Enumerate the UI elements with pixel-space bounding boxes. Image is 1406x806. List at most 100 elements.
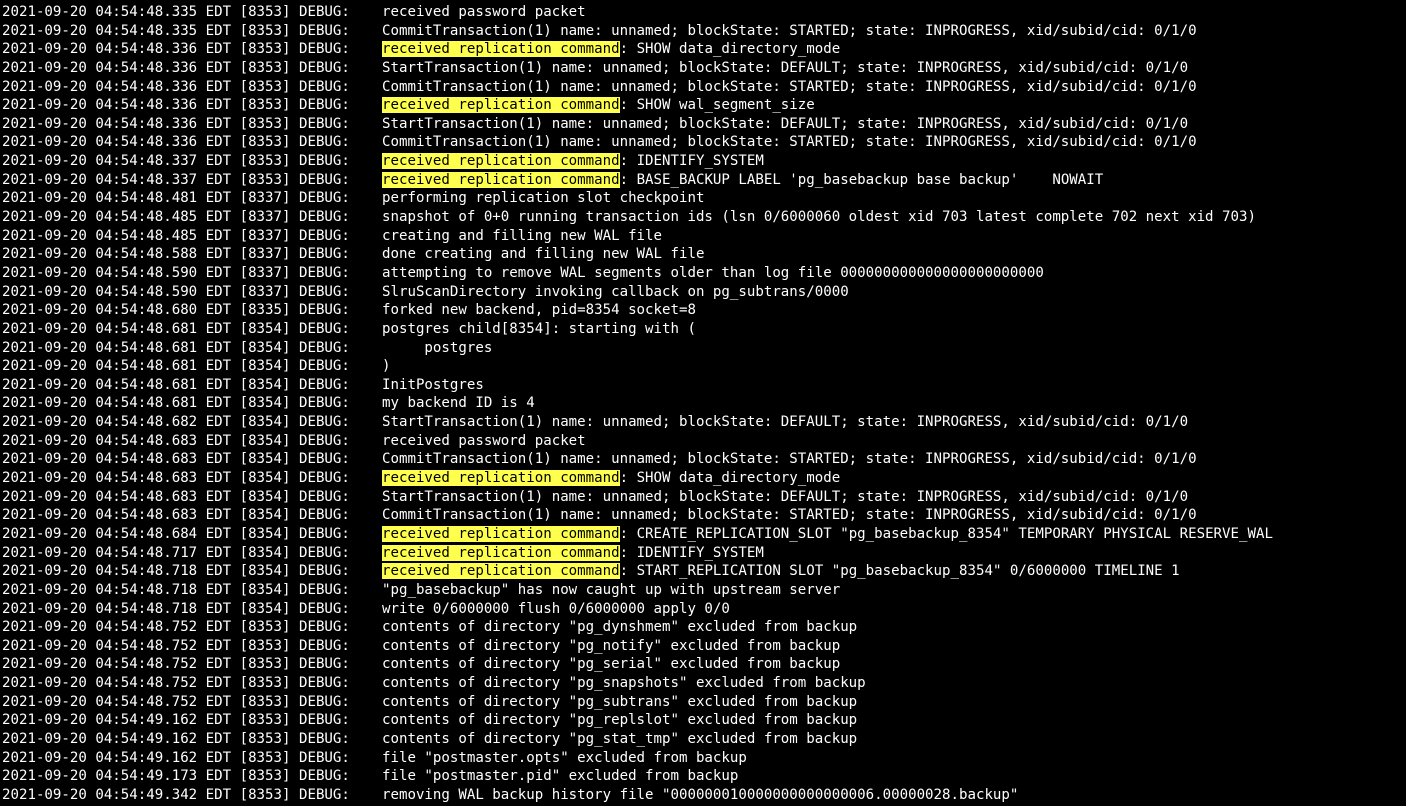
log-message-text: done creating and filling new WAL file: [382, 246, 705, 263]
log-message-text: contents of directory "pg_notify" exclud…: [382, 637, 841, 654]
log-message: received replication command: CREATE_REP…: [382, 525, 1273, 544]
log-line: 2021-09-20 04:54:48.680 EDT [8335] DEBUG…: [2, 301, 1404, 320]
highlighted-search-match: received replication command: [382, 153, 620, 170]
log-line: 2021-09-20 04:54:48.681 EDT [8354] DEBUG…: [2, 394, 1404, 413]
log-message-text: file "postmaster.opts" excluded from bac…: [382, 749, 747, 766]
log-message: "pg_basebackup" has now caught up with u…: [382, 581, 840, 600]
log-prefix: 2021-09-20 04:54:48.337 EDT [8353] DEBUG…: [2, 153, 350, 170]
log-message-text: : SHOW data_directory_mode: [619, 470, 841, 487]
log-message: performing replication slot checkpoint: [382, 189, 704, 208]
log-line: 2021-09-20 04:54:48.684 EDT [8354] DEBUG…: [2, 525, 1404, 544]
log-line: 2021-09-20 04:54:48.683 EDT [8354] DEBUG…: [2, 488, 1404, 507]
log-message: SlruScanDirectory invoking callback on p…: [382, 283, 849, 302]
log-line: 2021-09-20 04:54:48.752 EDT [8353] DEBUG…: [2, 674, 1404, 693]
log-message-text: StartTransaction(1) name: unnamed; block…: [382, 59, 1189, 76]
log-message-text: contents of directory "pg_stat_tmp" excl…: [382, 730, 858, 747]
log-line: 2021-09-20 04:54:48.752 EDT [8353] DEBUG…: [2, 618, 1404, 637]
log-line: 2021-09-20 04:54:48.337 EDT [8353] DEBUG…: [2, 152, 1404, 171]
log-prefix: 2021-09-20 04:54:48.752 EDT [8353] DEBUG…: [2, 693, 350, 710]
log-line: 2021-09-20 04:54:48.752 EDT [8353] DEBUG…: [2, 693, 1404, 712]
log-prefix: 2021-09-20 04:54:48.590 EDT [8337] DEBUG…: [2, 264, 350, 281]
log-message-text: contents of directory "pg_serial" exclud…: [382, 656, 841, 673]
log-message: contents of directory "pg_replslot" excl…: [382, 711, 857, 730]
log-prefix: 2021-09-20 04:54:48.683 EDT [8354] DEBUG…: [2, 451, 350, 468]
log-message: StartTransaction(1) name: unnamed; block…: [382, 413, 1188, 432]
log-message: InitPostgres: [382, 376, 484, 395]
log-prefix: 2021-09-20 04:54:49.342 EDT [8353] DEBUG…: [2, 786, 350, 803]
highlighted-search-match: received replication command: [382, 470, 620, 487]
log-line: 2021-09-20 04:54:48.683 EDT [8354] DEBUG…: [2, 506, 1404, 525]
log-message: contents of directory "pg_stat_tmp" excl…: [382, 730, 857, 749]
log-message-text: removing WAL backup history file "000000…: [382, 786, 1019, 803]
log-message-text: creating and filling new WAL file: [382, 227, 663, 244]
log-message: snapshot of 0+0 running transaction ids …: [382, 208, 1256, 227]
log-message: postgres child[8354]: starting with (: [382, 320, 696, 339]
log-line: 2021-09-20 04:54:49.162 EDT [8353] DEBUG…: [2, 730, 1404, 749]
log-line: 2021-09-20 04:54:48.590 EDT [8337] DEBUG…: [2, 283, 1404, 302]
log-message: done creating and filling new WAL file: [382, 245, 704, 264]
log-prefix: 2021-09-20 04:54:48.718 EDT [8354] DEBUG…: [2, 600, 350, 617]
log-message: received replication command: IDENTIFY_S…: [382, 152, 764, 171]
log-prefix: 2021-09-20 04:54:48.681 EDT [8354] DEBUG…: [2, 376, 350, 393]
log-message: StartTransaction(1) name: unnamed; block…: [382, 488, 1188, 507]
log-prefix: 2021-09-20 04:54:48.681 EDT [8354] DEBUG…: [2, 339, 350, 356]
log-prefix: 2021-09-20 04:54:48.683 EDT [8354] DEBUG…: [2, 507, 350, 524]
log-message-text: received password packet: [382, 4, 586, 20]
log-message: CommitTransaction(1) name: unnamed; bloc…: [382, 22, 1197, 41]
log-prefix: 2021-09-20 04:54:48.684 EDT [8354] DEBUG…: [2, 525, 350, 542]
log-prefix: 2021-09-20 04:54:48.718 EDT [8354] DEBUG…: [2, 563, 350, 580]
log-message: received replication command: BASE_BACKU…: [382, 171, 1103, 190]
log-line: 2021-09-20 04:54:48.336 EDT [8353] DEBUG…: [2, 115, 1404, 134]
log-prefix: 2021-09-20 04:54:48.752 EDT [8353] DEBUG…: [2, 675, 350, 692]
highlighted-search-match: received replication command: [382, 544, 620, 561]
log-line: 2021-09-20 04:54:49.342 EDT [8353] DEBUG…: [2, 786, 1404, 803]
log-message: CommitTransaction(1) name: unnamed; bloc…: [382, 133, 1197, 152]
log-message-text: StartTransaction(1) name: unnamed; block…: [382, 488, 1189, 505]
log-message: contents of directory "pg_notify" exclud…: [382, 637, 840, 656]
log-line: 2021-09-20 04:54:48.718 EDT [8354] DEBUG…: [2, 600, 1404, 619]
log-prefix: 2021-09-20 04:54:48.485 EDT [8337] DEBUG…: [2, 209, 350, 226]
log-line: 2021-09-20 04:54:48.718 EDT [8354] DEBUG…: [2, 581, 1404, 600]
log-line: 2021-09-20 04:54:48.336 EDT [8353] DEBUG…: [2, 59, 1404, 78]
log-prefix: 2021-09-20 04:54:48.683 EDT [8354] DEBUG…: [2, 488, 350, 505]
log-message-text: "pg_basebackup" has now caught up with u…: [382, 581, 841, 598]
log-line: 2021-09-20 04:54:48.336 EDT [8353] DEBUG…: [2, 133, 1404, 152]
log-message-text: CommitTransaction(1) name: unnamed; bloc…: [382, 507, 1197, 524]
log-line: 2021-09-20 04:54:48.485 EDT [8337] DEBUG…: [2, 227, 1404, 246]
log-line: 2021-09-20 04:54:48.681 EDT [8354] DEBUG…: [2, 376, 1404, 395]
log-message: received password packet: [382, 3, 586, 22]
log-message-text: CommitTransaction(1) name: unnamed; bloc…: [382, 78, 1197, 95]
log-message-text: contents of directory "pg_subtrans" excl…: [382, 693, 858, 710]
log-message-text: write 0/6000000 flush 0/6000000 apply 0/…: [382, 600, 730, 617]
log-prefix: 2021-09-20 04:54:48.682 EDT [8354] DEBUG…: [2, 414, 350, 431]
terminal-output[interactable]: 2021-09-20 04:54:48.335 EDT [8353] DEBUG…: [2, 3, 1404, 803]
log-message: received replication command: SHOW wal_s…: [382, 96, 815, 115]
log-message: write 0/6000000 flush 0/6000000 apply 0/…: [382, 600, 730, 619]
log-prefix: 2021-09-20 04:54:48.485 EDT [8337] DEBUG…: [2, 227, 350, 244]
log-line: 2021-09-20 04:54:48.717 EDT [8354] DEBUG…: [2, 544, 1404, 563]
log-line: 2021-09-20 04:54:48.718 EDT [8354] DEBUG…: [2, 562, 1404, 581]
log-line: 2021-09-20 04:54:48.683 EDT [8354] DEBUG…: [2, 450, 1404, 469]
log-prefix: 2021-09-20 04:54:48.752 EDT [8353] DEBUG…: [2, 637, 350, 654]
log-prefix: 2021-09-20 04:54:49.173 EDT [8353] DEBUG…: [2, 768, 350, 785]
log-prefix: 2021-09-20 04:54:49.162 EDT [8353] DEBUG…: [2, 712, 350, 729]
log-message-text: CommitTransaction(1) name: unnamed; bloc…: [382, 22, 1197, 39]
log-prefix: 2021-09-20 04:54:48.681 EDT [8354] DEBUG…: [2, 395, 350, 412]
log-message: received replication command: START_REPL…: [382, 562, 1180, 581]
log-message-text: contents of directory "pg_dynshmem" excl…: [382, 619, 858, 636]
log-line: 2021-09-20 04:54:48.681 EDT [8354] DEBUG…: [2, 357, 1404, 376]
log-message-text: CommitTransaction(1) name: unnamed; bloc…: [382, 451, 1197, 468]
log-line: 2021-09-20 04:54:48.752 EDT [8353] DEBUG…: [2, 655, 1404, 674]
log-prefix: 2021-09-20 04:54:48.752 EDT [8353] DEBUG…: [2, 656, 350, 673]
log-prefix: 2021-09-20 04:54:48.588 EDT [8337] DEBUG…: [2, 246, 350, 263]
log-prefix: 2021-09-20 04:54:48.752 EDT [8353] DEBUG…: [2, 619, 350, 636]
log-line: 2021-09-20 04:54:48.335 EDT [8353] DEBUG…: [2, 22, 1404, 41]
log-message: received replication command: SHOW data_…: [382, 40, 840, 59]
log-message-text: snapshot of 0+0 running transaction ids …: [382, 209, 1256, 226]
log-message-text: StartTransaction(1) name: unnamed; block…: [382, 414, 1189, 431]
highlighted-search-match: received replication command: [382, 97, 620, 114]
log-message-text: ): [382, 358, 391, 375]
log-prefix: 2021-09-20 04:54:48.718 EDT [8354] DEBUG…: [2, 581, 350, 598]
log-line: 2021-09-20 04:54:48.752 EDT [8353] DEBUG…: [2, 637, 1404, 656]
log-message: StartTransaction(1) name: unnamed; block…: [382, 59, 1188, 78]
